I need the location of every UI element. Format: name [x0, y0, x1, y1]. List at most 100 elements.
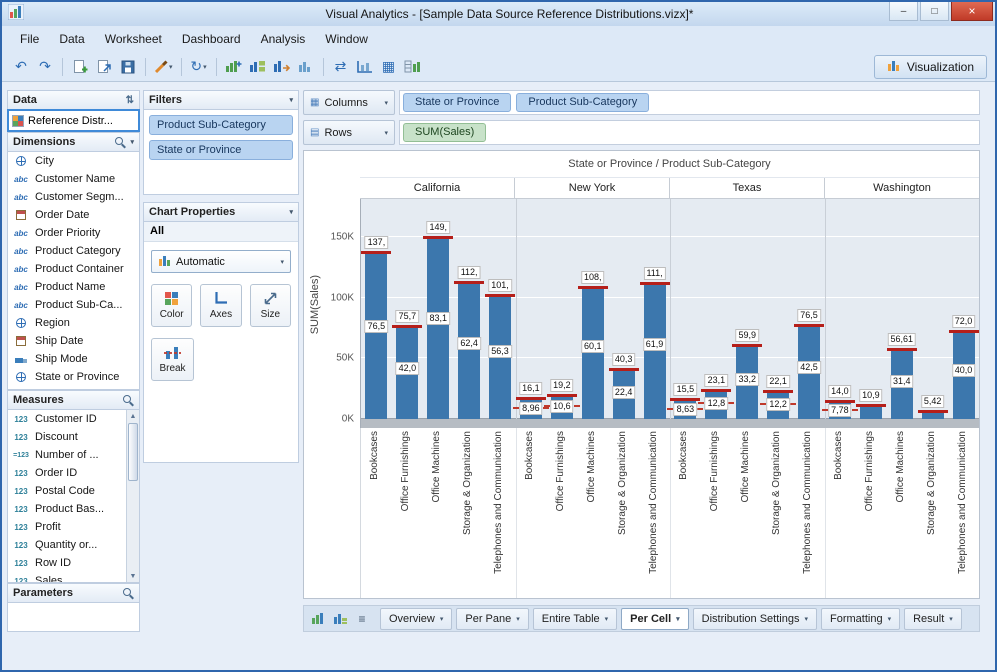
- menu-data[interactable]: Data: [49, 28, 94, 50]
- chart-small-icon[interactable]: [295, 56, 317, 78]
- refresh-icon-caret[interactable]: ▾: [203, 63, 207, 71]
- dimension-item[interactable]: abcProduct Sub-Ca...: [8, 296, 139, 314]
- duplicate-worksheet-tab-icon[interactable]: [331, 610, 349, 628]
- dimension-item[interactable]: abcProduct Container: [8, 260, 139, 278]
- dimension-item[interactable]: Order Date: [8, 206, 139, 224]
- columns-pill[interactable]: State or Province: [403, 93, 511, 112]
- axes-button[interactable]: Axes: [200, 284, 241, 327]
- dimensions-menu-icon[interactable]: ▾: [130, 138, 134, 146]
- rows-pill[interactable]: SUM(Sales): [403, 123, 486, 142]
- dimension-item[interactable]: abcCustomer Segm...: [8, 188, 139, 206]
- new-worksheet-tab-icon[interactable]: [309, 610, 327, 628]
- dimension-item[interactable]: abcOrder Priority: [8, 224, 139, 242]
- dimension-item[interactable]: Region: [8, 314, 139, 332]
- minimize-button[interactable]: –: [889, 2, 918, 21]
- save-icon[interactable]: [117, 56, 139, 78]
- measure-item[interactable]: 123Quantity or...: [8, 536, 139, 554]
- add-chart-icon[interactable]: [223, 56, 245, 78]
- export-worksheet-icon[interactable]: [93, 56, 115, 78]
- tab-caret-icon[interactable]: ▾: [440, 615, 444, 623]
- tab-caret-icon[interactable]: ▾: [888, 615, 892, 623]
- chart-table-icon[interactable]: [402, 56, 424, 78]
- filter-pill[interactable]: Product Sub-Category: [149, 115, 293, 135]
- mark-type-select[interactable]: Automatic ▾: [151, 250, 291, 273]
- color-button[interactable]: Color: [151, 284, 192, 327]
- tab-caret-icon[interactable]: ▾: [516, 615, 520, 623]
- tab-caret-icon[interactable]: ▾: [605, 615, 609, 623]
- bar[interactable]: [860, 406, 882, 419]
- menu-file[interactable]: File: [10, 28, 49, 50]
- bar[interactable]: [644, 284, 666, 419]
- tab-per-cell[interactable]: Per Cell▾: [621, 608, 688, 630]
- measure-item[interactable]: 123Order ID: [8, 464, 139, 482]
- chart-move-icon[interactable]: [271, 56, 293, 78]
- visualization-button[interactable]: Visualization: [874, 55, 987, 79]
- menu-window[interactable]: Window: [315, 28, 378, 50]
- design-icon[interactable]: ▾: [152, 56, 175, 78]
- bar[interactable]: [582, 288, 604, 419]
- reference-value-label: 22,4: [612, 386, 636, 399]
- dimension-item[interactable]: abcCustomer Name: [8, 170, 139, 188]
- refresh-icon[interactable]: ↻▾: [188, 56, 210, 78]
- tab-caret-icon[interactable]: ▾: [949, 615, 953, 623]
- redo-icon[interactable]: ↷: [34, 56, 56, 78]
- scroll-up-icon[interactable]: ▲: [127, 410, 139, 422]
- measure-item[interactable]: 123Sales: [8, 572, 139, 583]
- break-button[interactable]: Break: [151, 338, 194, 381]
- scroll-down-icon[interactable]: ▼: [127, 570, 139, 582]
- filters-menu-icon[interactable]: ▾: [289, 96, 293, 104]
- tab-caret-icon[interactable]: ▾: [804, 615, 808, 623]
- rows-shelf-button[interactable]: ▤ Rows ▾: [303, 120, 395, 145]
- measure-item[interactable]: 123Row ID: [8, 554, 139, 572]
- dimension-item[interactable]: abcProduct Name: [8, 278, 139, 296]
- axis-chart-icon[interactable]: [354, 56, 376, 78]
- tab-per-pane[interactable]: Per Pane▾: [456, 608, 528, 630]
- dimension-item[interactable]: Ship Mode: [8, 350, 139, 368]
- dimensions-search-icon[interactable]: [115, 137, 126, 148]
- tab-distribution-settings[interactable]: Distribution Settings▾: [693, 608, 817, 630]
- filter-pill[interactable]: State or Province: [149, 140, 293, 160]
- measures-search-icon[interactable]: [123, 395, 134, 406]
- tab-overview[interactable]: Overview▾: [380, 608, 452, 630]
- bar[interactable]: [427, 238, 449, 419]
- dimension-item[interactable]: State or Province: [8, 368, 139, 386]
- maximize-button[interactable]: □: [920, 2, 949, 21]
- parameters-search-icon[interactable]: [123, 588, 134, 599]
- menu-dashboard[interactable]: Dashboard: [172, 28, 251, 50]
- tab-formatting[interactable]: Formatting▾: [821, 608, 900, 630]
- undo-icon[interactable]: ↶: [10, 56, 32, 78]
- columns-pill[interactable]: Product Sub-Category: [516, 93, 649, 112]
- tab-caret-icon[interactable]: ▾: [676, 615, 680, 623]
- scroll-thumb[interactable]: [128, 423, 138, 481]
- measure-item[interactable]: 123Product Bas...: [8, 500, 139, 518]
- close-button[interactable]: ×: [951, 2, 993, 21]
- tab-entire-table[interactable]: Entire Table▾: [533, 608, 617, 630]
- columns-shelf-button[interactable]: ▦ Columns ▾: [303, 90, 395, 115]
- chart-grid-icon[interactable]: [247, 56, 269, 78]
- new-worksheet-icon[interactable]: [69, 56, 91, 78]
- worksheet-list-icon[interactable]: ≡: [353, 610, 371, 628]
- dimension-item[interactable]: City: [8, 152, 139, 170]
- design-icon-caret[interactable]: ▾: [169, 63, 173, 71]
- measures-scrollbar[interactable]: ▲ ▼: [126, 410, 139, 582]
- measure-item[interactable]: 123Customer ID: [8, 410, 139, 428]
- bar[interactable]: [458, 283, 480, 419]
- sort-data-sources-icon[interactable]: ⇅: [126, 95, 134, 106]
- bar[interactable]: [365, 253, 387, 419]
- data-source-item[interactable]: Reference Distr...: [7, 109, 140, 132]
- size-button[interactable]: Size: [250, 284, 291, 327]
- measure-item[interactable]: 123Discount: [8, 428, 139, 446]
- layout-grid-icon[interactable]: ▦: [378, 56, 400, 78]
- chart-properties-menu-icon[interactable]: ▾: [289, 208, 293, 216]
- menu-analysis[interactable]: Analysis: [251, 28, 316, 50]
- menu-worksheet[interactable]: Worksheet: [95, 28, 172, 50]
- bar[interactable]: [489, 296, 511, 419]
- dimension-item[interactable]: abcProduct Category: [8, 242, 139, 260]
- measure-item[interactable]: =123Number of ...: [8, 446, 139, 464]
- swap-axes-icon[interactable]: ⇄: [330, 56, 352, 78]
- measure-item[interactable]: 123Postal Code: [8, 482, 139, 500]
- reference-line: [547, 394, 577, 397]
- measure-item[interactable]: 123Profit: [8, 518, 139, 536]
- tab-result[interactable]: Result▾: [904, 608, 962, 630]
- dimension-item[interactable]: Ship Date: [8, 332, 139, 350]
